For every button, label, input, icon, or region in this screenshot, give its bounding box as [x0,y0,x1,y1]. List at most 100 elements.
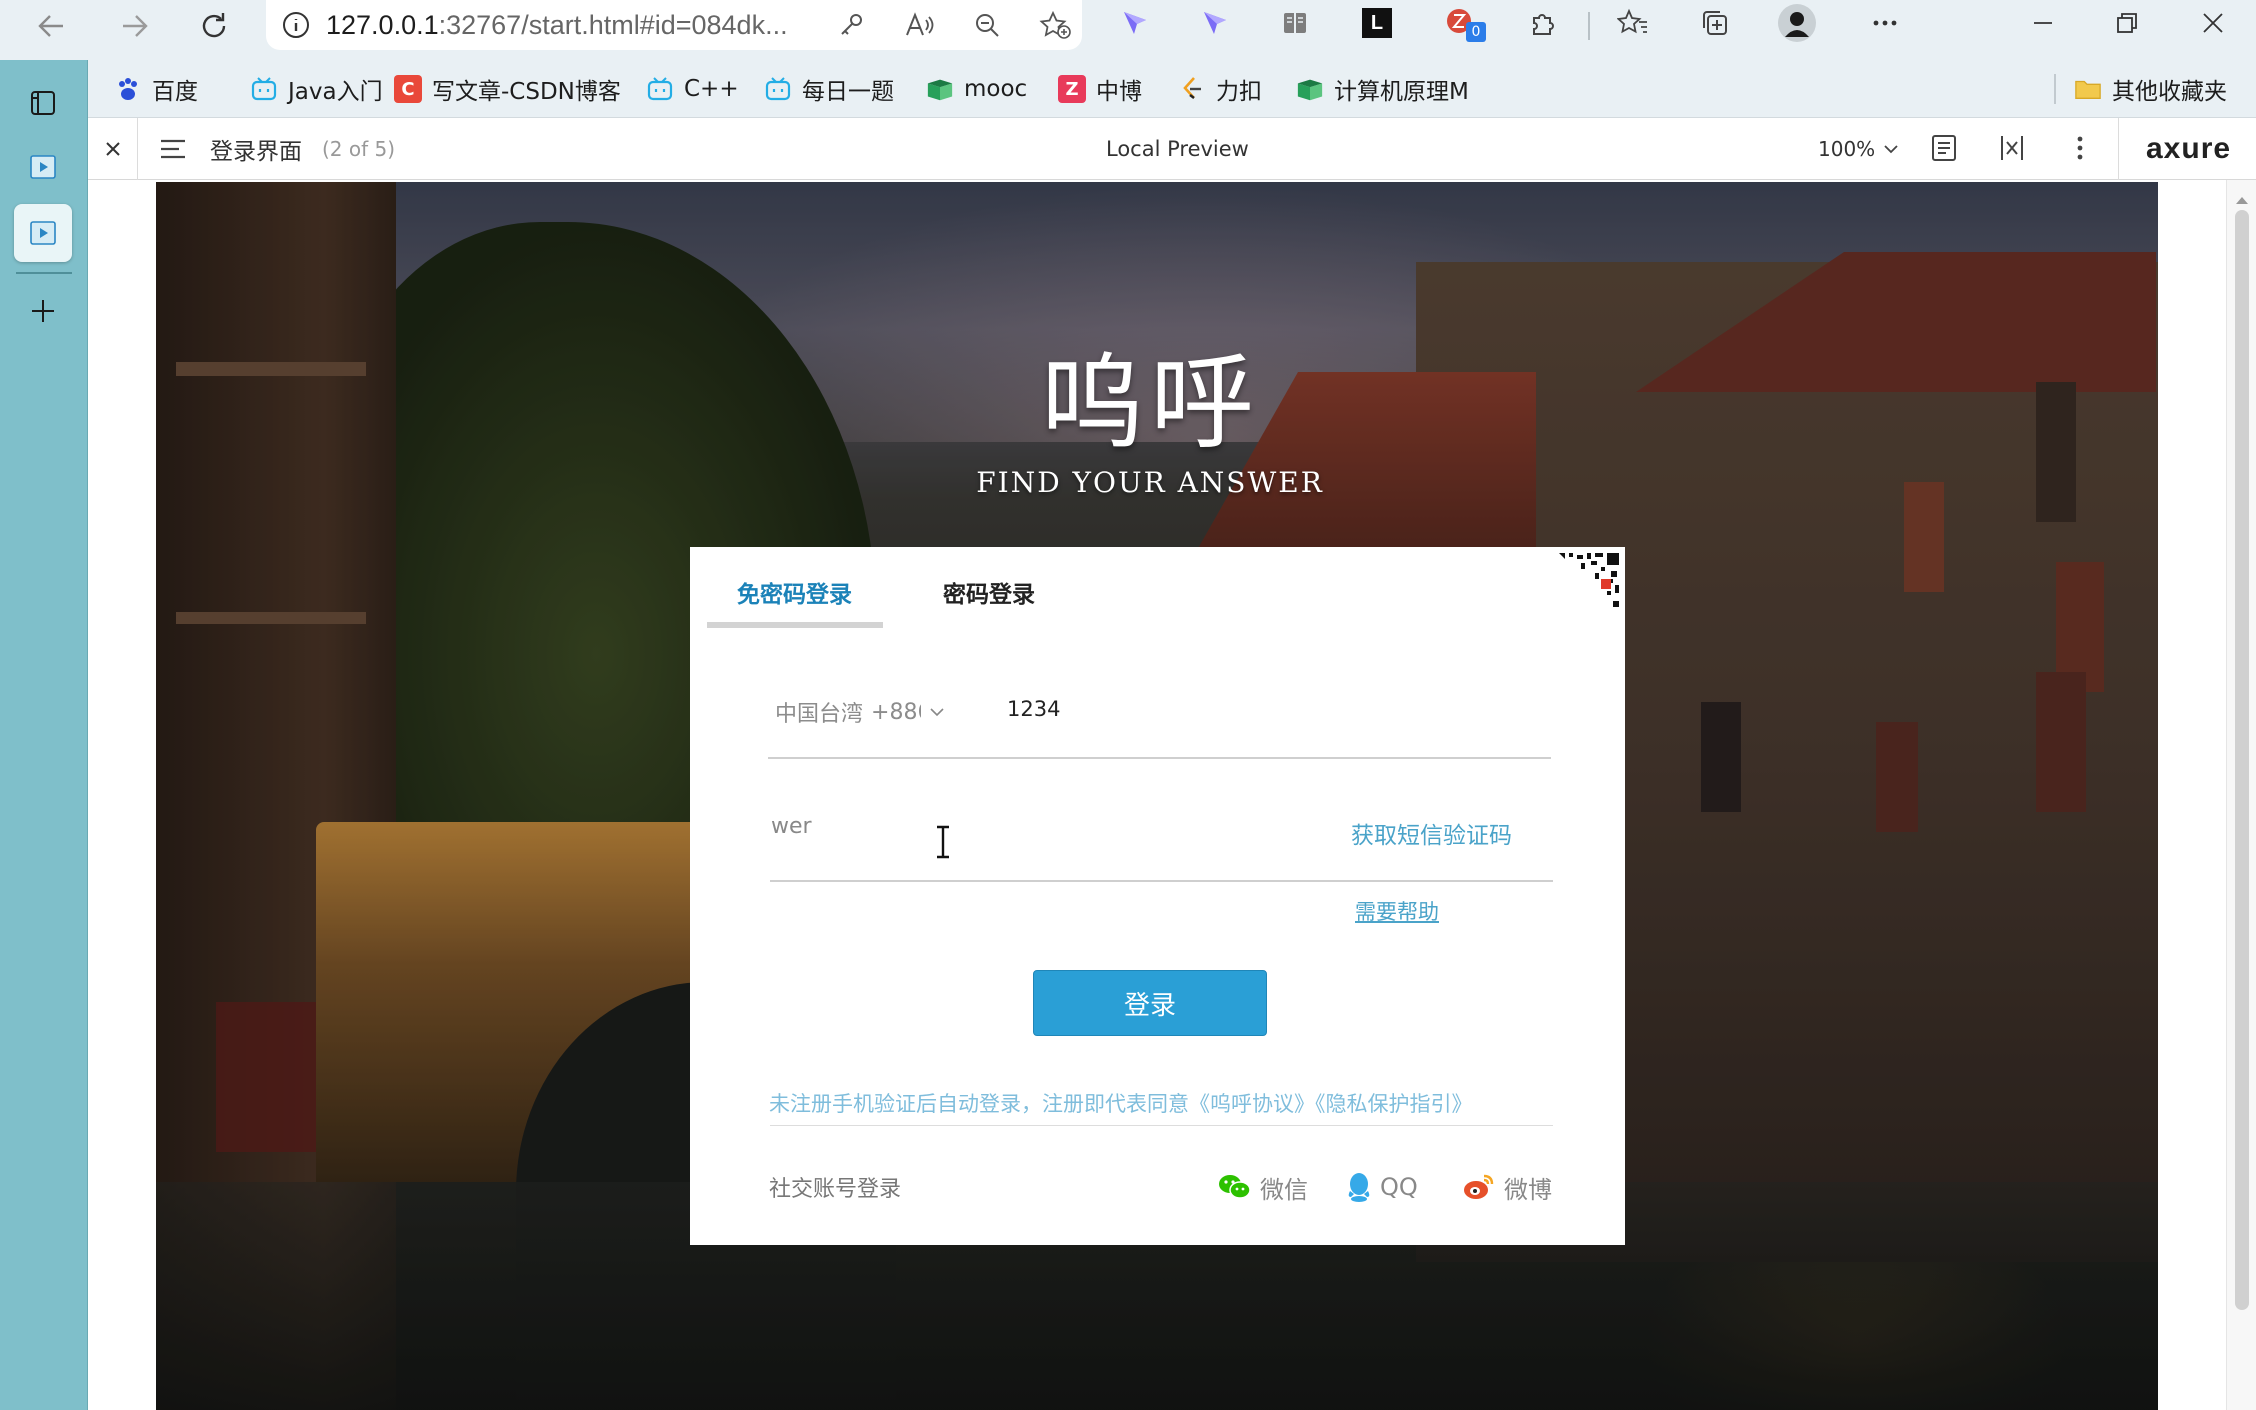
bookmark-baidu[interactable]: 百度 [114,60,198,118]
vertical-tab-axure-active[interactable] [14,204,72,262]
leetcode-icon [1178,75,1206,103]
site-info-icon[interactable] [266,10,326,40]
add-favorite-icon[interactable] [1030,0,1080,50]
folder-icon [2074,75,2102,103]
get-sms-code-link[interactable]: 获取短信验证码 [1351,816,1512,850]
brand-subtitle: FIND YOUR ANSWER [976,466,1324,499]
brand-title: 呜呼 [1039,342,1260,464]
active-tab-underline [707,622,883,628]
axure-toolbar: 登录界面 (2 of 5) Local Preview 100% axure [88,118,2256,180]
bookmark-leetcode[interactable]: 力扣 [1178,60,1262,118]
close-window-icon[interactable] [2188,0,2238,48]
extension-reader-icon[interactable] [1270,0,1320,48]
wechat-label: 微信 [1260,1175,1308,1204]
bookmark-computer-principles[interactable]: 计算机原理M [1296,60,1469,118]
bookmark-label: C++ [684,76,739,102]
weibo-login-button[interactable]: 微博 [1462,1167,1552,1207]
bookmark-label: 中博 [1096,79,1142,105]
need-help-link[interactable]: 需要帮助 [1355,896,1439,926]
password-key-icon[interactable] [826,0,876,50]
chevron-down-icon [930,708,944,717]
extension-l-icon[interactable]: L [1352,0,1402,48]
hamburger-menu-icon [161,139,185,159]
sms-code-input[interactable]: wer [771,814,1291,839]
vertical-tab-strip [0,60,88,1410]
collections-icon[interactable] [1690,0,1740,48]
notes-icon[interactable] [1928,132,1960,164]
new-tab-plus-icon[interactable] [14,282,72,340]
bookmark-label: mooc [964,76,1028,102]
region-name: 中国台湾 [775,702,864,727]
vertical-scrollbar[interactable] [2226,180,2256,1410]
agreement-text[interactable]: 未注册手机验证后自动登录，注册即代表同意《呜呼协议》《隐私保护指引》 [769,1088,1473,1118]
profile-avatar-icon[interactable] [1772,0,1822,48]
weibo-icon [1464,1174,1494,1199]
url-text: 127.0.0.1:32767/start.html#id=084dk... [326,10,788,41]
text-cursor-icon [934,825,952,859]
close-icon [105,142,120,156]
back-arrow-icon [38,15,63,37]
bilibili-tv-icon [250,75,278,103]
qq-login-button[interactable]: QQ [1346,1167,1418,1207]
phone-input[interactable]: 1234 [1007,697,1467,721]
bookmark-mooc[interactable]: mooc [926,60,1027,118]
bookmark-label: 写文章-CSDN博客 [432,79,621,105]
extension-feather-icon-2[interactable] [1190,0,1240,48]
forward-button[interactable] [108,0,160,52]
more-menu-icon[interactable] [1860,0,1910,48]
browser-titlebar: 127.0.0.1:32767/start.html#id=084dk... L… [0,0,2256,60]
qr-code-login-icon[interactable] [1555,549,1623,617]
back-button[interactable] [26,0,78,52]
bookmark-cpp[interactable]: C++ [646,60,739,118]
vertical-tab-axure-1[interactable] [14,138,72,196]
social-login-label: 社交账号登录 [769,1177,902,1202]
bilibili-tv-icon [646,75,674,103]
qq-label: QQ [1380,1173,1418,1201]
read-aloud-icon[interactable] [894,0,944,50]
favorites-icon[interactable] [1608,0,1658,48]
scrollbar-thumb[interactable] [2235,210,2249,1310]
bookmark-label: 计算机原理M [1334,79,1469,105]
variables-icon[interactable] [1996,132,2028,164]
bookmark-other-favorites[interactable]: 其他收藏夹 [2074,60,2227,118]
page-list-toggle[interactable] [158,118,188,180]
extension-timer-icon[interactable]: 0 [1436,0,1486,48]
restore-window-icon[interactable] [2102,0,2152,48]
phone-field-underline [768,757,1551,759]
bookmark-zhongbo[interactable]: Z 中博 [1058,60,1142,118]
axure-logo: axure [2146,132,2232,165]
tab-sms-login[interactable]: 免密码登录 [737,575,852,609]
login-submit-button[interactable]: 登录 [1033,970,1267,1036]
region-select[interactable]: 中国台湾 +886 [775,696,945,728]
tab-password-login[interactable]: 密码登录 [943,575,1035,609]
chevron-down-icon [1884,145,1898,154]
bookmark-daily[interactable]: 每日一题 [764,60,894,118]
mooc-icon [1296,75,1324,103]
more-options-icon[interactable] [2064,132,2096,164]
minimize-window-icon[interactable] [2018,0,2068,48]
reload-button[interactable] [188,0,240,52]
csdn-c-icon: C [394,75,422,103]
zoom-value: 100% [1818,137,1876,161]
wechat-login-button[interactable]: 微信 [1218,1167,1308,1207]
bookmark-java[interactable]: Java入门 [250,60,383,118]
zoom-select[interactable]: 100% [1818,118,1899,180]
tab-actions-icon[interactable] [14,74,72,132]
bookmark-label: Java入门 [288,79,383,105]
login-card: 免密码登录 密码登录 中国台湾 +886 1234 wer 获取短信验证码 需要… [690,547,1625,1245]
zoom-out-icon[interactable] [962,0,1012,50]
qq-penguin-icon [1348,1173,1370,1202]
bookmarks-bar: 百度 Java入门 C 写文章-CSDN博客 C++ 每日一题 mooc Z 中… [88,60,2256,118]
page-title: 登录界面 [210,139,302,165]
scroll-up-arrow-icon [2236,197,2248,204]
close-sidebar-button[interactable] [88,118,138,180]
extensions-puzzle-icon[interactable] [1518,0,1568,48]
bookmark-label: 百度 [152,79,198,105]
forward-arrow-icon [123,15,148,37]
bookmark-csdn[interactable]: C 写文章-CSDN博客 [394,60,621,118]
address-bar[interactable]: 127.0.0.1:32767/start.html#id=084dk... [266,0,1082,50]
extension-feather-icon[interactable] [1110,0,1160,48]
bilibili-tv-icon [764,75,792,103]
zhihu-z-icon: Z [1058,75,1086,103]
url-path: :32767/start.html#id=084dk... [438,9,788,40]
